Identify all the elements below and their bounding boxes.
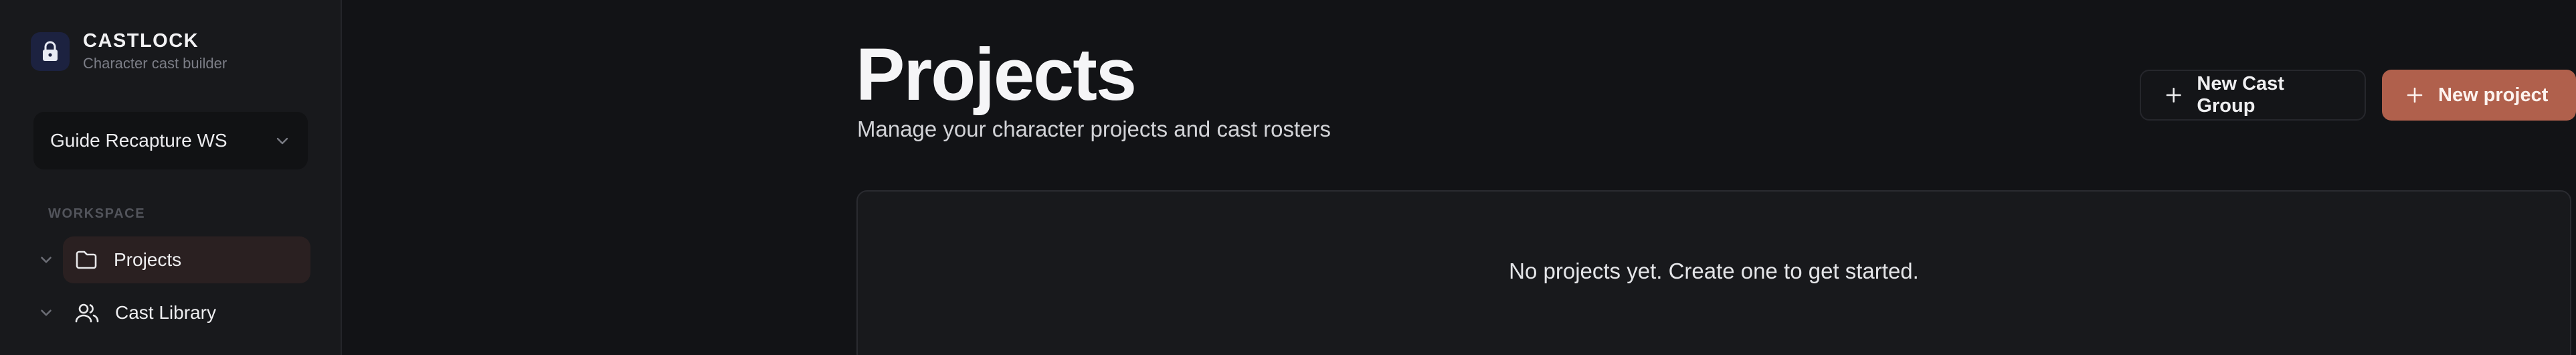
sidebar: CASTLOCK Character cast builder Guide Re… [0,0,342,355]
sidebar-row-cast-library: Cast Library [37,289,310,336]
brand-subtitle: Character cast builder [83,55,227,72]
workspace-selector[interactable]: Guide Recapture WS [33,112,308,169]
workspace-selector-label: Guide Recapture WS [50,130,227,151]
new-cast-group-button[interactable]: New Cast Group [2140,70,2366,121]
plus-icon [2407,87,2423,103]
sidebar-section-label: WORKSPACE [48,206,146,221]
page-subtitle: Manage your character projects and cast … [857,117,1331,141]
page-title: Projects [856,33,1137,116]
app-root: CASTLOCK Character cast builder Guide Re… [0,0,2576,355]
sidebar-row-projects: Projects [37,236,310,283]
sidebar-item-projects[interactable]: Projects [63,236,310,283]
chevron-down-icon [276,137,288,145]
sidebar-item-label: Projects [114,249,182,270]
brand: CASTLOCK Character cast builder [31,29,227,74]
new-project-label: New project [2438,84,2549,106]
sidebar-item-cast-library[interactable]: Cast Library [63,289,310,336]
projects-empty-state: No projects yet. Create one to get start… [856,190,2571,355]
brand-name: CASTLOCK [83,30,199,52]
plus-icon [2166,87,2181,103]
users-icon [75,303,99,323]
folder-icon [76,251,97,269]
sidebar-item-label: Cast Library [115,302,216,323]
main-content: Projects Manage your character projects … [342,0,2576,355]
chevron-down-icon[interactable] [37,251,55,269]
chevron-down-icon[interactable] [37,304,55,322]
lock-icon [31,32,70,71]
empty-state-message: No projects yet. Create one to get start… [1509,259,1919,283]
new-cast-group-label: New Cast Group [2197,73,2284,117]
new-project-button[interactable]: New project [2382,70,2576,121]
